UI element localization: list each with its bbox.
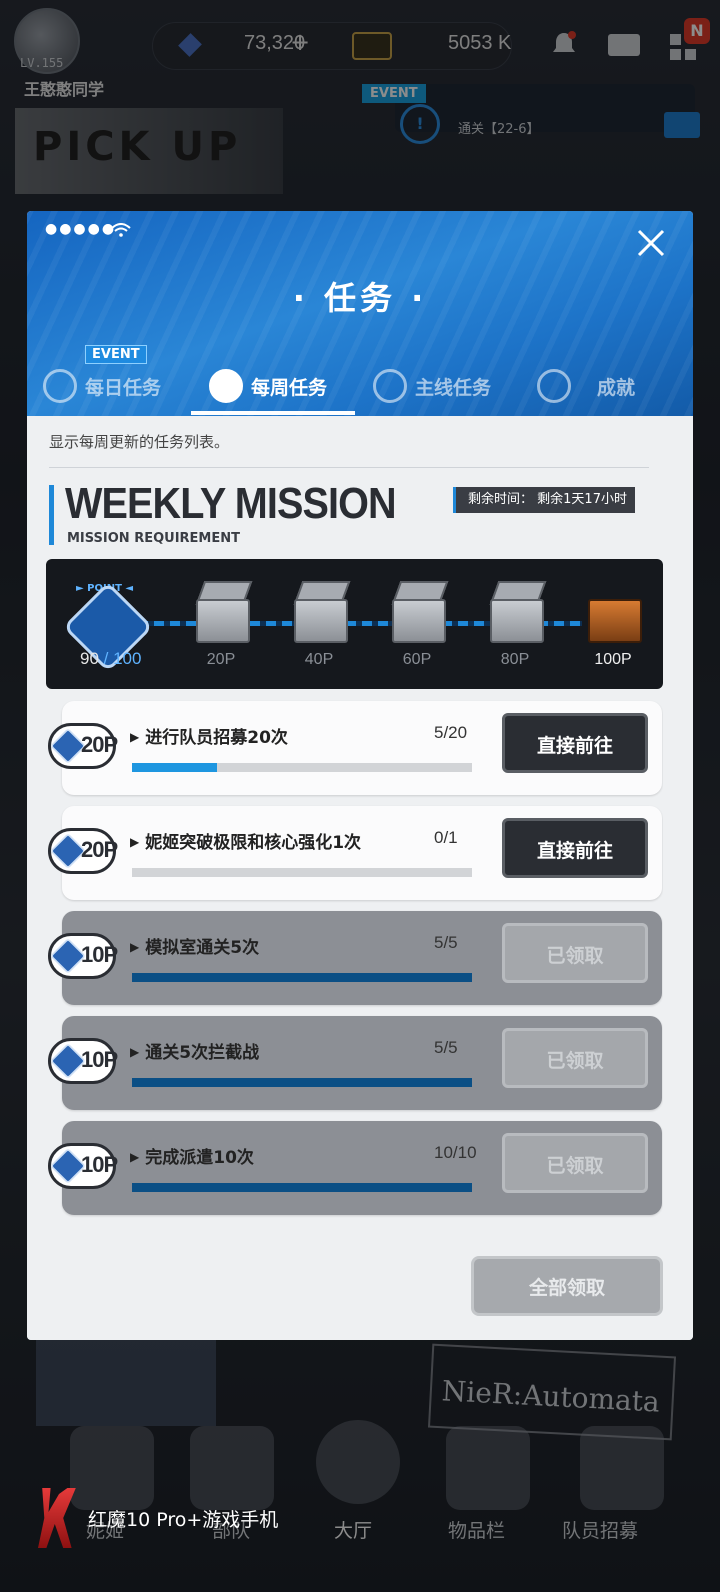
point-max: 100 — [113, 649, 142, 668]
milestone-label: 20P — [206, 651, 236, 668]
mission-progress-bar — [132, 763, 472, 772]
signal-dots: ●●●●● — [45, 221, 117, 237]
daily-icon — [43, 369, 77, 403]
tab-main[interactable]: 主线任务 — [373, 357, 491, 415]
point-current: 90 — [80, 649, 99, 668]
mission-row: 10P 完成派遣10次 10/10 已领取 — [48, 1121, 662, 1215]
milestone-label: 40P — [304, 651, 334, 668]
mission-description: 显示每周更新的任务列表。 — [49, 433, 230, 451]
remaining-value: 剩余1天17小时 — [537, 492, 627, 507]
brand-text: 红魔10 Pro+游戏手机 — [88, 1508, 279, 1531]
opened-chest-icon[interactable] — [392, 599, 446, 643]
mission-progress-count: 0/1 — [434, 828, 458, 847]
claim-all-button[interactable]: 全部领取 — [471, 1256, 663, 1316]
mission-progress-count: 5/5 — [434, 933, 458, 952]
divider — [49, 467, 649, 468]
mission-progress-bar — [132, 973, 472, 982]
mission-points: 10P — [81, 942, 118, 967]
mission-progress-count: 10/10 — [434, 1143, 477, 1162]
claimed-button[interactable]: 已领取 — [502, 923, 648, 983]
mission-points-badge: 10P — [48, 933, 118, 979]
mission-progress-bar — [132, 1183, 472, 1192]
claimed-button[interactable]: 已领取 — [502, 1028, 648, 1088]
opened-chest-icon[interactable] — [294, 599, 348, 643]
mission-progress-bar — [132, 868, 472, 877]
mission-points: 20P — [81, 837, 118, 862]
mission-list[interactable]: 20P 进行队员招募20次 5/20 直接前往 20P 妮姬突破极限和核心强化1次 0/1 直… — [46, 695, 663, 1240]
go-now-button[interactable]: 直接前往 — [502, 713, 648, 773]
close-icon[interactable] — [633, 225, 669, 261]
mission-modal: ●●●●● · 任务 · EVENT 每日任务 每周任务 主线任务 成就 显示每… — [27, 211, 693, 1340]
mission-points-badge: 20P — [48, 723, 118, 769]
mission-progress-bar — [132, 1078, 472, 1087]
mission-name: 通关5次拦截战 — [130, 1038, 259, 1063]
final-chest-icon[interactable] — [588, 599, 642, 643]
section-subtitle: MISSION REQUIREMENT — [67, 531, 240, 546]
claimed-button[interactable]: 已领取 — [502, 1133, 648, 1193]
point-sep: / — [98, 649, 114, 668]
mission-progress-count: 5/20 — [434, 723, 468, 742]
mission-progress-fill — [132, 763, 217, 772]
opened-chest-icon[interactable] — [196, 599, 250, 643]
point-progress-track: ► POINT ◄ 90 / 100 20P40P60P80P100P — [46, 559, 663, 689]
tab-weekly-label: 每周任务 — [251, 376, 328, 399]
go-now-button[interactable]: 直接前往 — [502, 818, 648, 878]
milestone-label: 100P — [594, 651, 632, 668]
weekly-moon-icon — [209, 369, 243, 403]
section-accent — [49, 485, 54, 545]
globe-icon — [373, 369, 407, 403]
tab-achievement-label: 成就 — [597, 376, 636, 399]
modal-title: · 任务 · — [292, 279, 428, 317]
milestone-label: 80P — [500, 651, 530, 668]
mission-tabs: 每日任务 每周任务 主线任务 成就 — [27, 357, 693, 415]
star-icon — [537, 369, 571, 403]
opened-chest-icon[interactable] — [490, 599, 544, 643]
mission-progress-count: 5/5 — [434, 1038, 458, 1057]
tab-main-label: 主线任务 — [415, 376, 492, 399]
mission-name: 完成派遣10次 — [130, 1143, 254, 1168]
mission-points-badge: 10P — [48, 1038, 118, 1084]
point-value: 90 / 100 — [80, 649, 141, 669]
modal-header: ●●●●● · 任务 · EVENT 每日任务 每周任务 主线任务 成就 — [27, 211, 693, 416]
mission-points: 20P — [81, 732, 118, 757]
remaining-label: 剩余时间： — [468, 492, 534, 507]
modal-footer: 全部领取 — [27, 1238, 693, 1340]
tab-daily-label: 每日任务 — [85, 376, 162, 399]
remaining-time: 剩余时间： 剩余1天17小时 — [453, 487, 635, 513]
mission-row: 10P 模拟室通关5次 5/5 已领取 — [48, 911, 662, 1005]
milestone-label: 60P — [402, 651, 432, 668]
redmagic-logo-icon — [38, 1488, 76, 1548]
section-title: WEEKLY MISSION — [65, 479, 397, 528]
mission-name: 模拟室通关5次 — [130, 933, 259, 958]
mission-points-badge: 10P — [48, 1143, 118, 1189]
mission-points: 10P — [81, 1152, 118, 1177]
mission-name: 妮姬突破极限和核心强化1次 — [130, 828, 361, 853]
device-watermark: 红魔10 Pro+游戏手机 — [38, 1488, 278, 1548]
mission-points-badge: 20P — [48, 828, 118, 874]
wifi-icon — [111, 223, 131, 237]
mission-name: 进行队员招募20次 — [130, 723, 288, 748]
tab-daily[interactable]: 每日任务 — [43, 357, 161, 415]
mission-row: 10P 通关5次拦截战 5/5 已领取 — [48, 1016, 662, 1110]
mission-row: 20P 进行队员招募20次 5/20 直接前往 — [48, 701, 662, 795]
mission-points: 10P — [81, 1047, 118, 1072]
mission-row: 20P 妮姬突破极限和核心强化1次 0/1 直接前往 — [48, 806, 662, 900]
tab-achievement[interactable]: 成就 — [537, 357, 635, 415]
tab-weekly[interactable]: 每周任务 — [209, 357, 327, 415]
active-tab-indicator — [191, 411, 355, 415]
